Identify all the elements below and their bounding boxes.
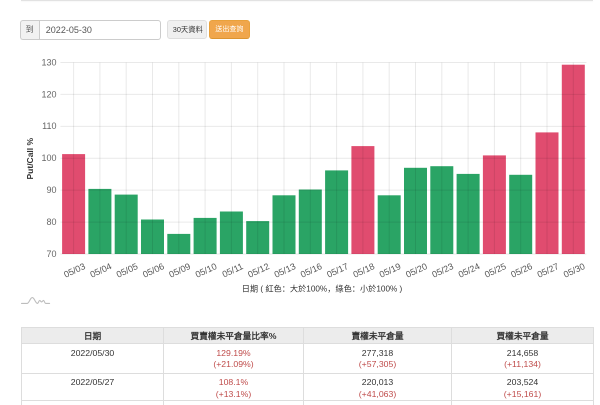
svg-text:日期 ( 紅色：大於100%，綠色：小於100% ): 日期 ( 紅色：大於100%，綠色：小於100% ) — [242, 284, 403, 294]
svg-text:05/09: 05/09 — [167, 261, 192, 280]
svg-text:05/18: 05/18 — [351, 261, 376, 280]
svg-text:05/04: 05/04 — [88, 261, 113, 280]
svg-text:05/30: 05/30 — [562, 261, 587, 280]
svg-text:100: 100 — [41, 153, 56, 163]
svg-text:05/10: 05/10 — [194, 261, 219, 280]
svg-text:05/19: 05/19 — [378, 261, 403, 280]
svg-text:90: 90 — [46, 185, 56, 195]
svg-text:05/12: 05/12 — [246, 261, 271, 280]
svg-text:05/16: 05/16 — [299, 261, 324, 280]
svg-text:05/13: 05/13 — [273, 261, 298, 280]
svg-text:05/27: 05/27 — [536, 261, 561, 280]
svg-text:05/20: 05/20 — [404, 261, 429, 280]
svg-text:05/25: 05/25 — [483, 261, 508, 280]
svg-text:Put/Call %: Put/Call % — [25, 137, 35, 179]
svg-text:05/17: 05/17 — [325, 261, 350, 280]
svg-text:05/24: 05/24 — [457, 261, 482, 280]
svg-text:05/23: 05/23 — [430, 261, 455, 280]
svg-text:80: 80 — [46, 217, 56, 227]
svg-text:05/05: 05/05 — [115, 261, 140, 280]
svg-text:05/06: 05/06 — [141, 261, 166, 280]
svg-text:130: 130 — [41, 57, 56, 67]
svg-text:05/03: 05/03 — [62, 261, 87, 280]
svg-text:05/11: 05/11 — [221, 261, 245, 279]
svg-text:70: 70 — [46, 249, 56, 259]
svg-text:120: 120 — [41, 89, 56, 99]
svg-text:05/26: 05/26 — [509, 261, 534, 280]
svg-text:110: 110 — [42, 121, 56, 131]
